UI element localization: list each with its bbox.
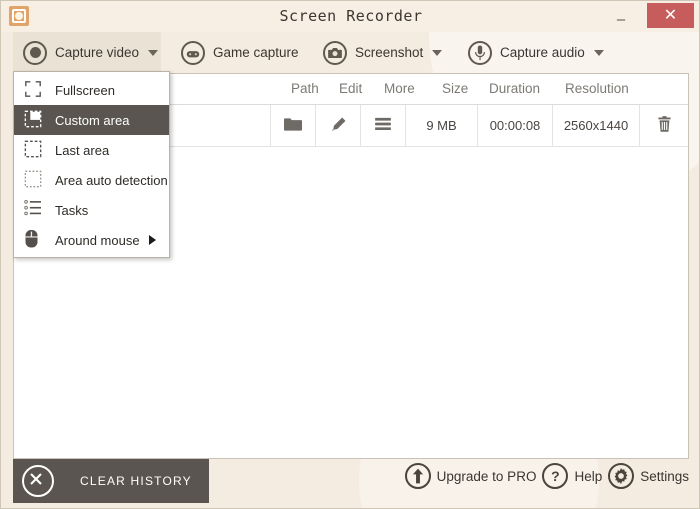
menu-item-fullscreen[interactable]: Fullscreen	[14, 75, 169, 105]
close-circle-icon	[22, 465, 54, 497]
capture-video-label: Capture video	[55, 45, 139, 60]
footer-actions: Upgrade to PRO ? Help Settings	[399, 463, 689, 489]
menu-label-around-mouse: Around mouse	[55, 233, 140, 248]
menu-label-area-auto-detection: Area auto detection	[55, 173, 168, 188]
file-size-value: 9 MB	[406, 105, 478, 146]
game-capture-button[interactable]: Game capture	[171, 32, 309, 73]
camera-icon	[323, 41, 347, 65]
gear-icon	[608, 463, 634, 489]
capture-audio-label: Capture audio	[500, 45, 585, 60]
title-bar: Screen Recorder – ✕	[1, 1, 700, 32]
screen-recorder-window: Screen Recorder – ✕ Capture video Game c…	[0, 0, 700, 509]
resolution-value: 2560x1440	[553, 105, 640, 146]
capture-audio-button[interactable]: Capture audio	[458, 32, 614, 73]
clear-history-label: CLEAR HISTORY	[80, 474, 192, 488]
column-header-resolution: Resolution	[565, 81, 629, 96]
duration-value: 00:00:08	[478, 105, 553, 146]
chevron-down-icon[interactable]	[594, 50, 604, 56]
column-header-more: More	[384, 81, 415, 96]
menu-item-around-mouse[interactable]: Around mouse	[14, 225, 169, 255]
column-header-path: Path	[291, 81, 319, 96]
window-title: Screen Recorder	[1, 1, 700, 32]
dotted-square-icon	[24, 170, 44, 190]
pencil-icon	[330, 116, 347, 136]
upgrade-to-pro-label: Upgrade to PRO	[437, 469, 537, 484]
dashed-square-icon	[24, 140, 44, 160]
chevron-down-icon[interactable]	[148, 50, 158, 56]
folder-icon	[284, 117, 302, 135]
column-header-duration: Duration	[489, 81, 540, 96]
screenshot-label: Screenshot	[355, 45, 423, 60]
help-button[interactable]: ? Help	[542, 463, 602, 489]
submenu-arrow-icon	[149, 235, 156, 245]
trash-icon	[657, 116, 672, 136]
fullscreen-brackets-icon	[24, 80, 44, 100]
hamburger-icon	[374, 117, 392, 134]
column-header-edit: Edit	[339, 81, 362, 96]
menu-label-last-area: Last area	[55, 143, 109, 158]
gamepad-icon	[181, 41, 205, 65]
upload-arrow-icon	[405, 463, 431, 489]
custom-area-icon	[24, 110, 44, 130]
settings-label: Settings	[640, 469, 689, 484]
task-list-icon	[24, 200, 44, 220]
microphone-icon	[468, 41, 492, 65]
main-toolbar: Capture video Game capture Screenshot	[1, 32, 700, 73]
delete-recording-button[interactable]	[640, 105, 688, 146]
menu-label-custom-area: Custom area	[55, 113, 129, 128]
game-capture-label: Game capture	[213, 45, 299, 60]
chevron-down-icon[interactable]	[432, 50, 442, 56]
open-folder-button[interactable]	[271, 105, 316, 146]
mouse-icon	[24, 230, 44, 250]
screenshot-button[interactable]: Screenshot	[313, 32, 452, 73]
minimize-button[interactable]: –	[601, 1, 641, 32]
question-mark-icon: ?	[542, 463, 568, 489]
menu-item-area-auto-detection[interactable]: Area auto detection	[14, 165, 169, 195]
menu-item-custom-area[interactable]: Custom area	[14, 105, 169, 135]
more-options-button[interactable]	[361, 105, 406, 146]
column-header-size: Size	[442, 81, 468, 96]
close-button[interactable]: ✕	[647, 3, 694, 28]
settings-button[interactable]: Settings	[608, 463, 689, 489]
menu-item-last-area[interactable]: Last area	[14, 135, 169, 165]
clear-history-button[interactable]: CLEAR HISTORY	[13, 459, 209, 503]
menu-item-tasks[interactable]: Tasks	[14, 195, 169, 225]
record-circle-icon	[23, 41, 47, 65]
capture-video-button[interactable]: Capture video	[13, 32, 161, 73]
capture-video-dropdown-menu[interactable]: Fullscreen Custom area Last area	[13, 71, 170, 258]
help-label: Help	[574, 469, 602, 484]
edit-button[interactable]	[316, 105, 361, 146]
upgrade-to-pro-button[interactable]: Upgrade to PRO	[405, 463, 537, 489]
menu-label-tasks: Tasks	[55, 203, 88, 218]
menu-label-fullscreen: Fullscreen	[55, 83, 115, 98]
